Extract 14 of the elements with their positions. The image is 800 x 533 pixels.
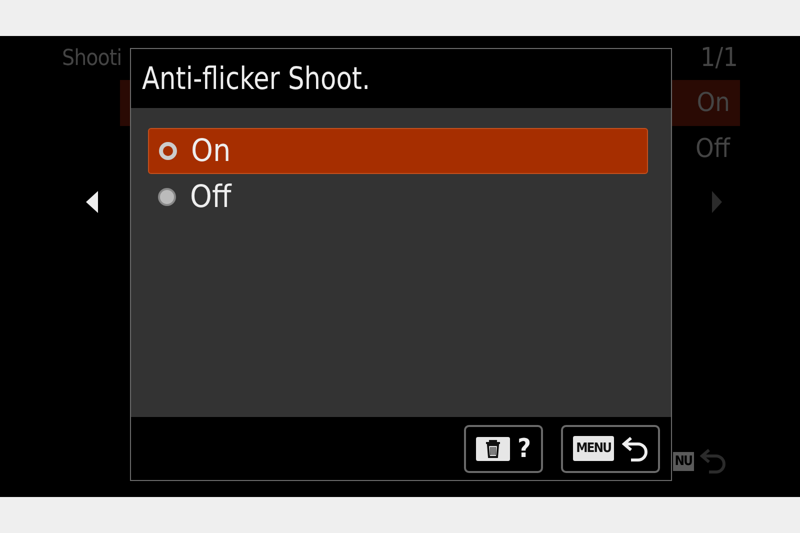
trash-icon bbox=[476, 436, 510, 460]
help-button[interactable]: ? bbox=[464, 424, 544, 472]
back-button[interactable]: MENU bbox=[561, 424, 660, 472]
return-icon bbox=[622, 434, 648, 462]
radio-icon bbox=[159, 142, 177, 160]
left-arrow-icon[interactable] bbox=[86, 191, 100, 213]
menu-key-icon: NU bbox=[672, 452, 694, 470]
option-item[interactable]: Off bbox=[148, 174, 648, 220]
option-item[interactable]: On bbox=[148, 128, 648, 174]
page-number: 1/1 bbox=[700, 43, 738, 73]
return-icon bbox=[700, 447, 726, 475]
menu-title: Shooti bbox=[62, 46, 122, 70]
radio-icon bbox=[158, 188, 176, 206]
dialog-title: Anti-flicker Shoot. bbox=[142, 60, 370, 96]
